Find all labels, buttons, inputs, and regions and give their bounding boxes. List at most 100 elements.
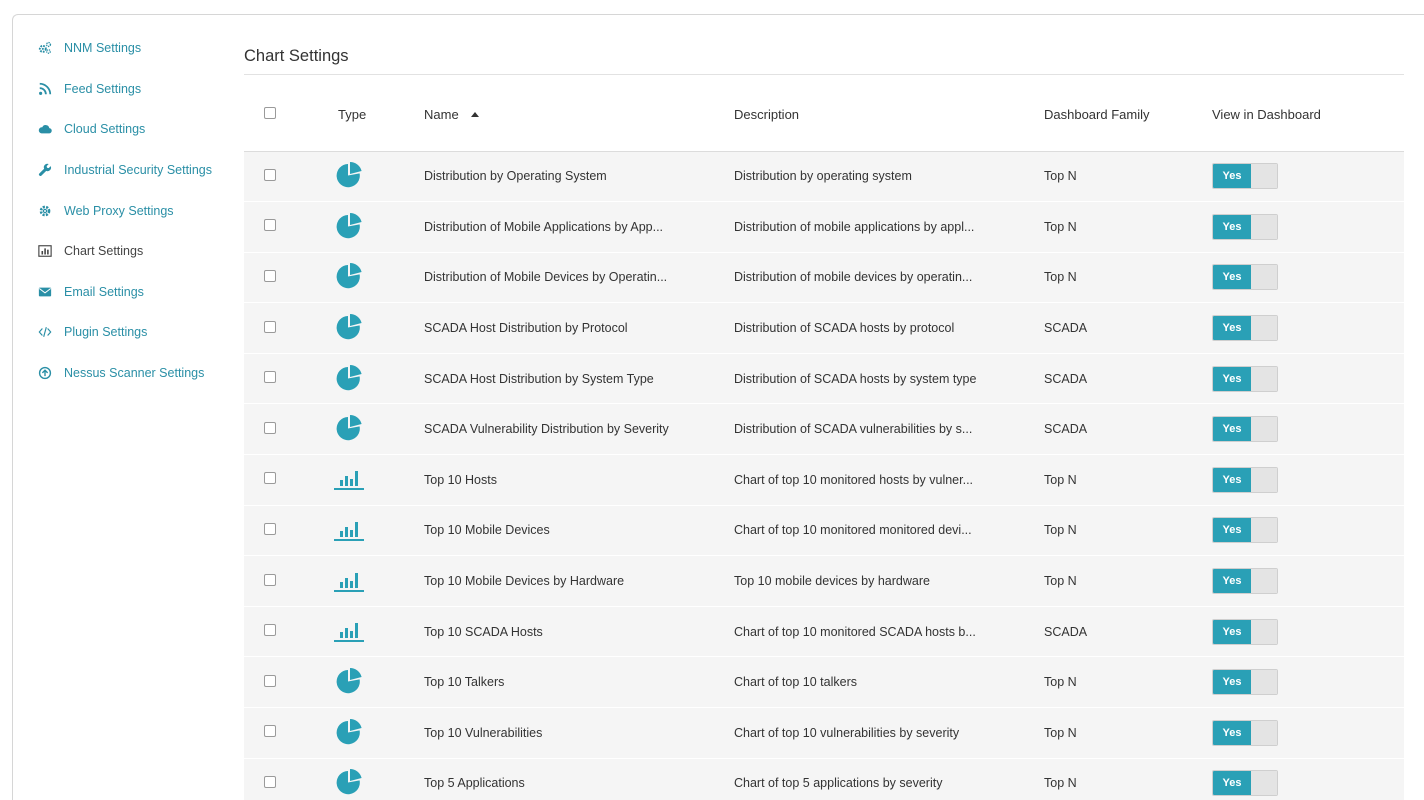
sidebar-item-feed-settings[interactable]: Feed Settings [24,69,234,110]
sidebar-item-nnm-settings[interactable]: NNM Settings [24,28,234,69]
row-type-cell [328,151,424,202]
sidebar-item-cloud-settings[interactable]: Cloud Settings [24,109,234,150]
sidebar-item-label: Nessus Scanner Settings [64,366,205,381]
sidebar-item-plugin-settings[interactable]: Plugin Settings [24,312,234,353]
select-all-checkbox[interactable] [264,106,276,119]
row-description: Chart of top 5 applications by severity [734,776,943,791]
view-in-dashboard-toggle[interactable]: Yes [1212,365,1278,392]
row-select-cell [244,758,328,800]
view-in-dashboard-toggle[interactable]: Yes [1212,770,1278,797]
view-in-dashboard-toggle[interactable]: Yes [1212,163,1278,190]
row-checkbox[interactable] [264,573,276,586]
page-title: Chart Settings [244,38,1404,75]
sidebar-item-nessus-scanner-settings[interactable]: Nessus Scanner Settings [24,353,234,394]
row-type-cell [328,556,424,607]
table-row: SCADA Host Distribution by System Type Di… [244,353,1404,404]
row-description: Chart of top 10 talkers [734,675,857,690]
view-in-dashboard-toggle[interactable]: Yes [1212,568,1278,595]
view-in-dashboard-toggle[interactable]: Yes [1212,466,1278,493]
row-checkbox[interactable] [264,320,276,333]
row-select-cell [244,404,328,455]
row-description: Distribution of mobile devices by operat… [734,270,973,285]
pie-chart-icon [332,718,366,745]
header-view-label: View in Dashboard [1212,106,1321,122]
row-checkbox[interactable] [264,472,276,485]
bar-chart-icon [38,244,52,258]
row-description: Top 10 mobile devices by hardware [734,574,930,589]
row-checkbox[interactable] [264,522,276,535]
view-in-dashboard-toggle[interactable]: Yes [1212,264,1278,291]
row-name: Top 5 Applications [424,776,525,791]
bar-chart-icon [332,617,366,643]
row-checkbox[interactable] [264,168,276,181]
row-name: Distribution of Mobile Devices by Operat… [424,270,668,285]
row-name: SCADA Vulnerability Distribution by Seve… [424,422,669,437]
view-in-dashboard-toggle[interactable]: Yes [1212,719,1278,746]
sidebar-item-label: Email Settings [64,284,144,299]
row-checkbox[interactable] [264,219,276,232]
view-in-dashboard-toggle[interactable]: Yes [1212,315,1278,342]
toggle-knob [1251,214,1277,239]
row-view-in-dashboard-cell: Yes [1212,404,1404,455]
row-checkbox[interactable] [264,421,276,434]
row-type-cell [328,202,424,253]
toggle-on-label: Yes [1213,316,1251,341]
row-view-in-dashboard-cell: Yes [1212,708,1404,759]
header-description-label: Description [734,106,800,122]
row-select-cell [244,202,328,253]
header-name[interactable]: Name [424,75,734,152]
row-description: Chart of top 10 monitored monitored devi… [734,523,972,538]
table-row: Top 5 Applications Chart of top 5 applica… [244,758,1404,800]
sidebar-item-chart-settings[interactable]: Chart Settings [24,231,234,272]
row-checkbox[interactable] [264,725,276,738]
row-select-cell [244,455,328,506]
view-in-dashboard-toggle[interactable]: Yes [1212,517,1278,544]
toggle-knob [1251,771,1277,796]
row-checkbox[interactable] [264,371,276,384]
table-row: Distribution of Mobile Applications by A… [244,201,1404,253]
view-in-dashboard-toggle[interactable]: Yes [1212,213,1278,240]
rss-icon [38,82,52,96]
table-row: Top 10 SCADA Hosts Chart of top 10 monito… [244,606,1404,657]
row-select-cell [244,708,328,759]
row-description: Chart of top 10 monitored SCADA hosts b.… [734,624,976,639]
row-description: Distribution of SCADA hosts by system ty… [734,371,977,386]
settings-sidebar: NNM Settings Feed Settings Cloud Settings I… [24,28,234,393]
row-dashboard-family: Top N [1044,725,1077,740]
toggle-on-label: Yes [1213,265,1251,290]
row-name: SCADA Host Distribution by System Type [424,371,654,386]
row-checkbox[interactable] [264,624,276,637]
row-view-in-dashboard-cell: Yes [1212,505,1404,556]
header-description: Description [734,75,1044,152]
sidebar-item-web-proxy-settings[interactable]: Web Proxy Settings [24,190,234,231]
row-description: Chart of top 10 monitored hosts by vulne… [734,472,974,487]
row-name: Top 10 SCADA Hosts [424,624,543,639]
row-checkbox[interactable] [264,674,276,687]
row-select-cell [244,151,328,202]
row-dashboard-family: SCADA [1044,371,1088,386]
row-view-in-dashboard-cell: Yes [1212,657,1404,708]
row-view-in-dashboard-cell: Yes [1212,606,1404,657]
row-checkbox[interactable] [264,269,276,282]
row-name: Top 10 Mobile Devices by Hardware [424,574,625,589]
sidebar-item-label: NNM Settings [64,41,142,56]
table-row: Top 10 Talkers Chart of top 10 talkers Top… [244,656,1404,708]
sidebar-item-email-settings[interactable]: Email Settings [24,272,234,313]
sidebar-item-industrial-security-settings[interactable]: Industrial Security Settings [24,150,234,191]
view-in-dashboard-toggle[interactable]: Yes [1212,416,1278,443]
toggle-on-label: Yes [1213,518,1251,543]
view-in-dashboard-toggle[interactable]: Yes [1212,618,1278,645]
table-row: Top 10 Vulnerabilities Chart of top 10 vu… [244,707,1404,759]
row-name: Distribution by Operating System [424,169,607,184]
sidebar-item-label: Chart Settings [64,244,144,259]
row-dashboard-family: Top N [1044,472,1077,487]
row-select-cell [244,556,328,607]
toggle-knob [1251,164,1277,189]
row-checkbox[interactable] [264,775,276,788]
gear-icon [38,204,52,218]
row-select-cell [244,353,328,404]
row-dashboard-family: SCADA [1044,321,1088,336]
view-in-dashboard-toggle[interactable]: Yes [1212,669,1278,696]
row-type-cell [328,353,424,404]
toggle-on-label: Yes [1213,214,1251,239]
